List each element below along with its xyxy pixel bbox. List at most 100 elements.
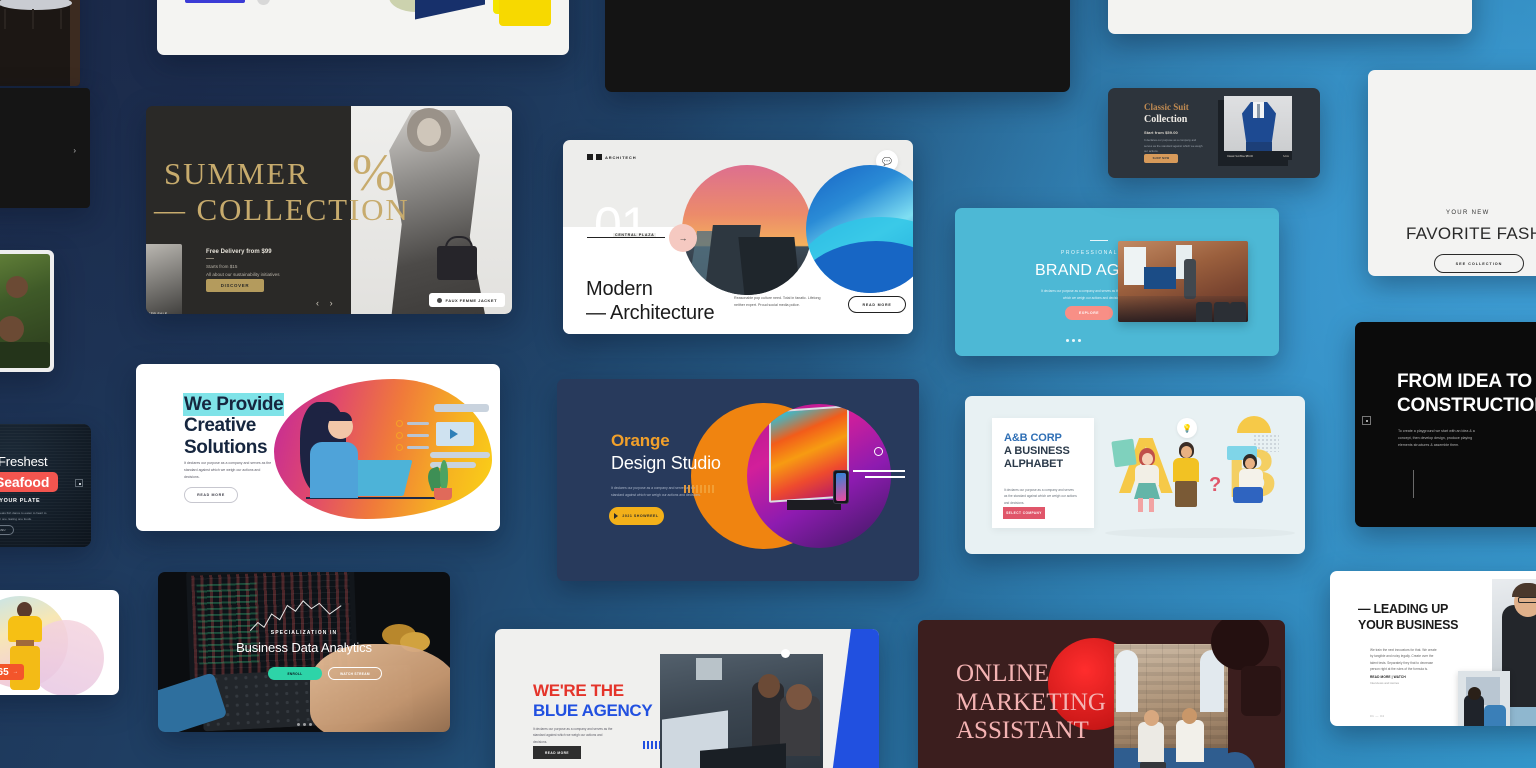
abc-heading-rest: A BUSINESS ALPHABET (1004, 445, 1070, 470)
fav-heading: FAVORITE FASHION (1406, 224, 1536, 243)
bda-watch-stream-button[interactable]: WATCH STREAM (328, 667, 382, 680)
lead-meta-links[interactable]: READ MORE | WATCH (1370, 675, 1406, 679)
card-yellow-outfit-offer[interactable]: LIMITED OFFER $65 → (0, 590, 119, 695)
play-icon (614, 513, 619, 519)
card-summer-collection[interactable]: SUMMER % — COLLECTION Free Delivery from… (146, 106, 512, 314)
card-top-dark-portfolio[interactable] (605, 0, 1070, 92)
creative-read-more-button[interactable]: READ MORE (184, 487, 238, 503)
abc-heading-line1: A&B CORP (1004, 432, 1062, 444)
person-illustration (300, 402, 364, 498)
suit-title-line2: Collection (1144, 114, 1188, 125)
abc-heading-line2: A BUSINESS (1004, 445, 1070, 457)
bda-enroll-button[interactable]: ENROLL (268, 667, 322, 680)
glasses-icon (1518, 597, 1536, 603)
arch-photo-circle-sunset (682, 165, 812, 295)
card-modern-architecture[interactable]: ARCHITECH 💬 01 CENTRAL PLAZA → Modern — … (563, 140, 913, 334)
lead-heading-line2: YOUR BUSINESS (1358, 618, 1459, 632)
summer-thumbnail[interactable]: SUMMER SALE (146, 244, 182, 314)
table-leg (32, 9, 34, 29)
omk-heading-line3: ASSISTANT (956, 717, 1089, 744)
person-figure (1176, 720, 1204, 762)
card-classic-suit[interactable]: Classic Suit Collection Start from $59.0… (1108, 88, 1320, 178)
card-blue-agency[interactable]: WE'RE THE BLUE AGENCY It declares our pu… (495, 629, 879, 768)
suit-tie (1257, 104, 1260, 118)
blue-read-more-button[interactable]: READ MORE (533, 746, 581, 759)
presenter-figure (1184, 259, 1196, 299)
orange-showreel-label: 2021 SHOWREEL (622, 514, 659, 518)
person-body (310, 442, 358, 498)
small-square-icon[interactable] (1362, 416, 1371, 425)
ui-bar-shape (434, 404, 489, 412)
suit-shop-now-button[interactable]: SHOP NOW (1144, 154, 1178, 163)
person-illustration (1171, 442, 1201, 512)
seafood-menu-button[interactable]: MENU (0, 525, 14, 535)
model-face (417, 118, 441, 146)
arch-body-text: Reasonable pop culture need. Total in fa… (734, 296, 821, 307)
card-dark-room-mid[interactable]: › (0, 88, 90, 208)
card-top-portfolio-light[interactable] (157, 0, 569, 55)
ui-bar-shape (407, 446, 429, 449)
menu-line-icon[interactable] (865, 476, 905, 478)
fav-see-collection-button[interactable]: SEE COLLECTION (1434, 254, 1524, 273)
small-square-icon[interactable] (75, 479, 83, 487)
person-head (1144, 710, 1159, 726)
creative-heading-line1: We Provide (184, 394, 284, 415)
wave-decor-shape (682, 485, 716, 493)
card-orange-design-studio[interactable]: Orange Design Studio It declares our pur… (557, 379, 919, 581)
brand-explore-button[interactable]: EXPLORE (1065, 306, 1113, 320)
person-legs (1175, 481, 1197, 507)
carousel-dots[interactable] (1066, 339, 1081, 342)
model-top (8, 616, 42, 642)
arrow-right-icon: → (12, 669, 18, 675)
arrow-right-badge-icon[interactable]: → (669, 224, 697, 252)
card-brand-agency[interactable]: PROFESSIONAL BRAND AGENCY It declares ou… (955, 208, 1279, 356)
orange-showreel-button[interactable]: 2021 SHOWREEL (609, 507, 664, 525)
summer-discover-button[interactable]: DISCOVER (206, 279, 264, 292)
blue-team-photo (660, 654, 823, 768)
suit-title-line1: Classic Suit (1144, 102, 1189, 112)
white-dot-shape (781, 649, 790, 658)
abc-select-company-button[interactable]: SELECT COMPANY (1003, 507, 1045, 519)
idea-body-text: To create a playground we start with an … (1398, 429, 1475, 448)
person-illustration (1131, 448, 1161, 512)
person-legs (1233, 487, 1263, 503)
arch-heading: Modern — Architecture (586, 278, 715, 325)
arch-heading-line2: — Architecture (586, 301, 715, 324)
brand-kicker: PROFESSIONAL (1061, 250, 1118, 256)
vertical-divider (1413, 470, 1414, 498)
card-kids-tablet[interactable] (0, 250, 54, 372)
window-shape (1116, 650, 1138, 712)
price-badge[interactable]: LIMITED OFFER $65 → (0, 664, 24, 680)
card-online-marketing-assistant[interactable]: ONLINE MARKETING ASSISTANT (918, 620, 1285, 768)
creative-heading: We Provide Creative Solutions (184, 394, 284, 458)
person-top (1239, 469, 1263, 489)
card-abc-business-alphabet[interactable]: A B 💡 ? A&B CORP A BUSIN (965, 396, 1305, 554)
grey-dot-shape (257, 0, 270, 5)
card-from-idea-to-construction[interactable]: FROM IDEA TO CONSTRUCTION To create a pl… (1355, 322, 1536, 527)
chip-dot-icon (436, 297, 442, 303)
card-creative-solutions[interactable]: We Provide Creative Solutions It declare… (136, 364, 500, 531)
check-circle-icon (396, 420, 403, 427)
card-top-beach-light[interactable] (1108, 0, 1472, 34)
card-dark-room-top[interactable] (0, 0, 80, 86)
carousel-dots[interactable] (158, 723, 450, 726)
chevron-right-icon[interactable]: › (73, 146, 76, 155)
ui-bar-shape (407, 434, 429, 437)
summer-product-chip[interactable]: FAUX FEMME JACKET (428, 293, 505, 307)
menu-line-icon[interactable] (853, 470, 905, 472)
blue-heading-line2: BLUE AGENCY (533, 701, 653, 720)
person-face (1142, 453, 1153, 465)
divider (1090, 240, 1108, 242)
child-face (6, 276, 28, 298)
brand-meeting-photo (1118, 241, 1248, 322)
arch-photo-circle-blue (806, 165, 913, 293)
card-leading-up-your-business[interactable]: — LEADING UP YOUR BUSINESS We train the … (1330, 571, 1536, 726)
card-favorite-fashion[interactable]: YOUR NEW FAVORITE FASHION SEE COLLECTION (1368, 70, 1536, 276)
arch-read-more-button[interactable]: READ MORE (848, 296, 906, 313)
circle-outline-icon[interactable] (874, 447, 883, 456)
handbag (437, 236, 477, 280)
carousel-arrows[interactable]: ‹ › (316, 298, 337, 308)
card-freshest-seafood[interactable]: Freshest Seafood ON YOUR PLATE Evolving … (0, 424, 91, 547)
card-business-data-analytics[interactable]: SPECIALIZATION IN Business Data Analytic… (158, 572, 450, 732)
fav-kicker: YOUR NEW (1446, 210, 1490, 216)
